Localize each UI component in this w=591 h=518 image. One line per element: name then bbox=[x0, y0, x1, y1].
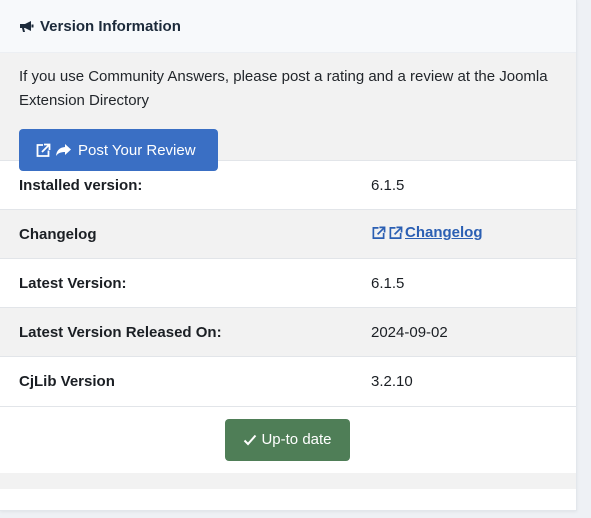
table-row: CjLib Version 3.2.10 bbox=[0, 356, 576, 406]
card-header: Version Information bbox=[0, 0, 576, 53]
bottom-spacer bbox=[0, 472, 576, 489]
cjlib-version-label: CjLib Version bbox=[0, 356, 371, 406]
latest-version-value: 6.1.5 bbox=[371, 258, 576, 308]
table-row: Latest Version Released On: 2024-09-02 bbox=[0, 307, 576, 357]
installed-version-value: 6.1.5 bbox=[371, 160, 576, 210]
version-table: Installed version: 6.1.5 Changelog Chang… bbox=[0, 160, 576, 406]
release-date-value: 2024-09-02 bbox=[371, 307, 576, 357]
version-info-card: Version Information If you use Community… bbox=[0, 0, 577, 511]
intro-text: If you use Community Answers, please pos… bbox=[19, 68, 548, 109]
table-row: Changelog Changelog bbox=[0, 209, 576, 259]
external-link-icon bbox=[35, 143, 51, 158]
external-link-icon bbox=[388, 226, 403, 240]
changelog-label: Changelog bbox=[0, 209, 371, 259]
external-link-icon bbox=[371, 226, 386, 240]
table-row: Latest Version: 6.1.5 bbox=[0, 258, 576, 308]
latest-version-label: Latest Version: bbox=[0, 258, 371, 308]
post-review-button[interactable]: Post Your Review bbox=[19, 129, 218, 171]
changelog-link-label: Changelog bbox=[405, 224, 483, 242]
card-title: Version Information bbox=[40, 17, 181, 35]
status-row: Up-to date bbox=[0, 405, 576, 473]
cjlib-version-value: 3.2.10 bbox=[371, 356, 576, 406]
megaphone-icon bbox=[19, 19, 34, 33]
release-date-label: Latest Version Released On: bbox=[0, 307, 371, 357]
intro-section: If you use Community Answers, please pos… bbox=[0, 53, 576, 171]
changelog-link[interactable]: Changelog bbox=[371, 224, 483, 241]
share-arrow-icon bbox=[55, 143, 72, 157]
up-to-date-button[interactable]: Up-to date bbox=[225, 418, 350, 461]
post-review-label: Post Your Review bbox=[78, 141, 196, 159]
up-to-date-label: Up-to date bbox=[261, 431, 332, 448]
checkmark-icon bbox=[243, 434, 257, 446]
